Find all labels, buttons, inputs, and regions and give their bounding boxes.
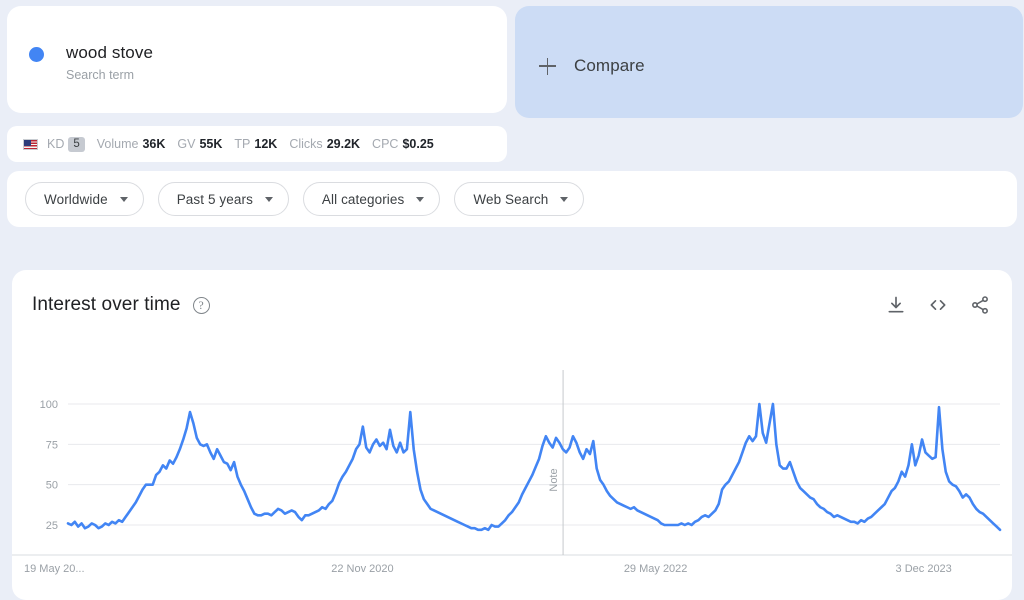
seo-metrics-bar: KD 5 Volume 36K GV 55K TP 12K Clicks 29.… — [7, 126, 507, 162]
metric-tp: TP 12K — [234, 137, 277, 151]
download-icon[interactable] — [886, 295, 906, 315]
search-term-name: wood stove — [66, 43, 153, 62]
interest-over-time-chart[interactable]: 25 50 75 100 Note 19 May 20... 22 Nov 2020 29 M… — [12, 370, 1012, 600]
filter-time-range-label: Past 5 years — [176, 191, 253, 207]
metric-tp-value: 12K — [254, 137, 278, 151]
filter-category[interactable]: All categories — [302, 182, 441, 216]
filter-search-type-label: Web Search — [473, 191, 549, 207]
help-icon[interactable]: ? — [192, 296, 210, 314]
us-flag-icon — [23, 138, 38, 150]
chevron-down-icon — [119, 196, 128, 202]
compare-content: Compare — [539, 56, 645, 76]
metric-tp-label: TP — [234, 137, 251, 151]
metric-volume-value: 36K — [142, 137, 166, 151]
metric-clicks: Clicks 29.2K — [289, 137, 360, 151]
svg-text:3 Dec 2023: 3 Dec 2023 — [896, 563, 952, 575]
metric-gv: GV 55K — [177, 137, 222, 151]
svg-text:19 May 20...: 19 May 20... — [24, 563, 85, 575]
metric-gv-label: GV — [177, 137, 196, 151]
plus-icon — [539, 57, 556, 75]
metric-volume: Volume 36K — [97, 137, 166, 151]
filter-location[interactable]: Worldwide — [25, 182, 144, 216]
chart-title-group: Interest over time ? — [32, 294, 210, 316]
svg-text:100: 100 — [40, 399, 58, 411]
share-icon[interactable] — [970, 295, 990, 315]
metric-gv-value: 55K — [199, 137, 223, 151]
filter-category-label: All categories — [321, 191, 405, 207]
metric-cpc: CPC $0.25 — [372, 137, 434, 151]
metric-kd: KD 5 — [47, 136, 85, 152]
compare-label: Compare — [574, 56, 645, 75]
metric-kd-label: KD — [47, 137, 65, 151]
page-title: Interest over time — [32, 294, 181, 315]
filter-time-range[interactable]: Past 5 years — [157, 182, 289, 216]
chevron-down-icon — [560, 196, 569, 202]
metric-clicks-label: Clicks — [289, 137, 323, 151]
metric-clicks-value: 29.2K — [326, 137, 361, 151]
metric-cpc-label: CPC — [372, 137, 399, 151]
filter-search-type[interactable]: Web Search — [454, 182, 585, 216]
chart-actions — [886, 295, 990, 315]
compare-card[interactable]: Compare — [515, 6, 1023, 118]
svg-text:75: 75 — [46, 439, 58, 451]
metric-volume-label: Volume — [96, 137, 139, 151]
chevron-down-icon — [264, 196, 273, 202]
interest-over-time-card: Interest over time ? 25 50 75 100 Note 1… — [12, 270, 1012, 600]
svg-text:29 May 2022: 29 May 2022 — [624, 563, 688, 575]
chart-header: Interest over time ? — [32, 294, 990, 316]
chevron-down-icon — [416, 196, 425, 202]
filter-location-label: Worldwide — [44, 191, 108, 207]
filters-bar: Worldwide Past 5 years All categories We… — [7, 171, 1017, 227]
search-term-card[interactable]: wood stove Search term — [7, 6, 507, 113]
metric-cpc-value: $0.25 — [402, 137, 434, 151]
search-term-type: Search term — [66, 68, 135, 82]
series-color-dot — [29, 47, 44, 62]
embed-code-icon[interactable] — [928, 295, 948, 315]
top-row: wood stove Search term Compare — [0, 0, 1024, 118]
search-term-content: wood stove Search term — [29, 42, 153, 84]
svg-text:22 Nov 2020: 22 Nov 2020 — [331, 563, 393, 575]
svg-text:50: 50 — [46, 480, 58, 492]
svg-text:Note: Note — [548, 468, 560, 491]
metric-kd-value: 5 — [68, 136, 85, 152]
svg-text:25: 25 — [46, 520, 58, 532]
